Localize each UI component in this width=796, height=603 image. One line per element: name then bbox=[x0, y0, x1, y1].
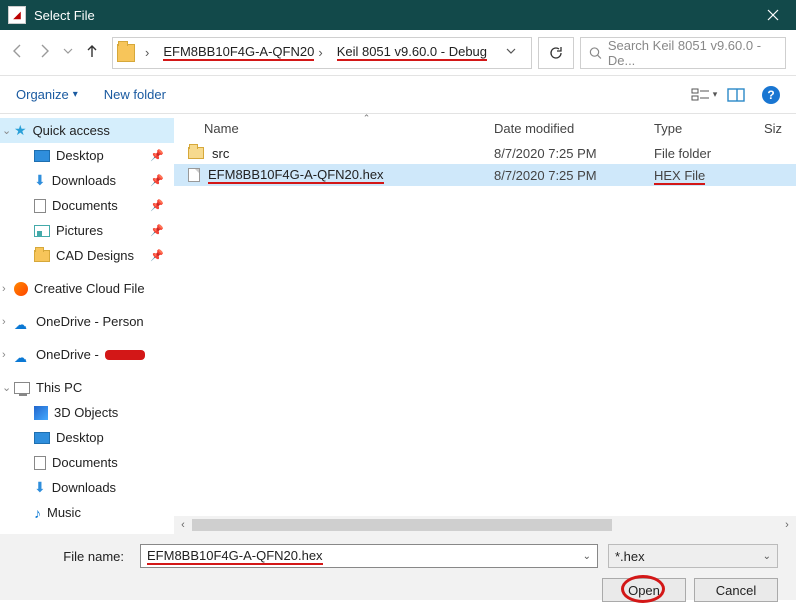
pin-icon: 📌 bbox=[150, 174, 164, 187]
open-button[interactable]: Open bbox=[602, 578, 686, 602]
app-icon: ◢ bbox=[8, 6, 26, 24]
close-button[interactable] bbox=[750, 0, 796, 30]
refresh-button[interactable] bbox=[538, 37, 574, 69]
sidebar-onedrive[interactable]: ›☁OneDrive - bbox=[0, 342, 174, 367]
file-type-filter[interactable]: *.hex ⌄ bbox=[608, 544, 778, 568]
sidebar: ⌄★ Quick access Desktop📌 ⬇Downloads📌 Doc… bbox=[0, 114, 174, 534]
breadcrumb-seg-1[interactable]: EFM8BB10F4G-A-QFN20 › bbox=[157, 38, 328, 68]
col-date[interactable]: Date modified bbox=[494, 121, 654, 136]
sidebar-desktop[interactable]: Desktop📌 bbox=[0, 143, 174, 168]
3d-icon bbox=[34, 406, 48, 420]
music-icon: ♪ bbox=[34, 505, 41, 521]
download-icon: ⬇ bbox=[34, 172, 46, 189]
file-row[interactable]: EFM8BB10F4G-A-QFN20.hex 8/7/2020 7:25 PM… bbox=[174, 164, 796, 186]
document-icon bbox=[34, 199, 46, 213]
onedrive-icon: ☁ bbox=[14, 350, 30, 360]
file-date: 8/7/2020 7:25 PM bbox=[494, 146, 654, 161]
folder-icon bbox=[117, 44, 135, 62]
horizontal-scrollbar[interactable]: ‹ › bbox=[174, 516, 796, 534]
new-folder-button[interactable]: New folder bbox=[104, 87, 166, 102]
folder-icon bbox=[188, 147, 204, 159]
file-name-input[interactable]: EFM8BB10F4G-A-QFN20.hex ⌄ bbox=[140, 544, 598, 568]
sidebar-onedrive-personal[interactable]: ›☁OneDrive - Person bbox=[0, 309, 174, 334]
pin-icon: 📌 bbox=[150, 149, 164, 162]
organize-menu[interactable]: Organize▾ bbox=[16, 87, 78, 102]
download-icon: ⬇ bbox=[34, 479, 46, 496]
onedrive-icon: ☁ bbox=[14, 317, 30, 327]
scroll-thumb[interactable] bbox=[192, 519, 612, 531]
preview-pane-button[interactable] bbox=[720, 83, 752, 107]
search-input[interactable]: Search Keil 8051 v9.60.0 - De... bbox=[580, 37, 786, 69]
pin-icon: 📌 bbox=[150, 199, 164, 212]
breadcrumb-bar[interactable]: › EFM8BB10F4G-A-QFN20 › Keil 8051 v9.60.… bbox=[112, 37, 532, 69]
footer: File name: EFM8BB10F4G-A-QFN20.hex ⌄ *.h… bbox=[0, 534, 796, 600]
sidebar-pictures[interactable]: Pictures📌 bbox=[0, 218, 174, 243]
toolbar: Organize▾ New folder ▾ ? bbox=[0, 76, 796, 114]
nav-bar: › EFM8BB10F4G-A-QFN20 › Keil 8051 v9.60.… bbox=[0, 30, 796, 76]
hex-file-icon bbox=[188, 168, 200, 182]
nav-arrows bbox=[10, 43, 106, 62]
sidebar-downloads-pc[interactable]: ⬇Downloads bbox=[0, 475, 174, 500]
scroll-track[interactable] bbox=[192, 518, 778, 532]
breadcrumb-chevron[interactable]: › bbox=[139, 38, 155, 68]
breadcrumb-seg-2[interactable]: Keil 8051 v9.60.0 - Debug bbox=[331, 38, 493, 68]
picture-icon bbox=[34, 225, 50, 237]
desktop-icon bbox=[34, 432, 50, 444]
sidebar-downloads[interactable]: ⬇Downloads📌 bbox=[0, 168, 174, 193]
sidebar-3d-objects[interactable]: 3D Objects bbox=[0, 400, 174, 425]
sidebar-this-pc[interactable]: ⌄This PC bbox=[0, 375, 174, 400]
col-name[interactable]: Name⌃ bbox=[174, 121, 494, 136]
file-type: HEX File bbox=[654, 168, 764, 183]
sidebar-documents-pc[interactable]: Documents bbox=[0, 450, 174, 475]
sidebar-music[interactable]: ♪Music bbox=[0, 500, 174, 525]
scroll-left-button[interactable]: ‹ bbox=[174, 519, 192, 531]
sort-asc-icon: ⌃ bbox=[363, 113, 371, 124]
sidebar-desktop-pc[interactable]: Desktop bbox=[0, 425, 174, 450]
help-button[interactable]: ? bbox=[762, 86, 780, 104]
file-name-label: File name: bbox=[18, 549, 130, 564]
file-name: src bbox=[212, 146, 229, 161]
document-icon bbox=[34, 456, 46, 470]
file-pane: Name⌃ Date modified Type Siz src 8/7/202… bbox=[174, 114, 796, 534]
pc-icon bbox=[14, 382, 30, 394]
creative-cloud-icon bbox=[14, 282, 28, 296]
sidebar-quick-access[interactable]: ⌄★ Quick access bbox=[0, 118, 174, 143]
file-type: File folder bbox=[654, 146, 764, 161]
view-mode-button[interactable]: ▾ bbox=[688, 83, 720, 107]
red-annotation bbox=[105, 350, 145, 360]
back-button[interactable] bbox=[10, 43, 26, 62]
pin-icon: 📌 bbox=[150, 249, 164, 262]
up-button[interactable] bbox=[84, 43, 100, 62]
title-bar: ◢ Select File bbox=[0, 0, 796, 30]
folder-icon bbox=[34, 250, 50, 262]
file-list: src 8/7/2020 7:25 PM File folder EFM8BB1… bbox=[174, 142, 796, 516]
window-title: Select File bbox=[34, 8, 750, 23]
forward-button[interactable] bbox=[36, 43, 52, 62]
cancel-button[interactable]: Cancel bbox=[694, 578, 778, 602]
desktop-icon bbox=[34, 150, 50, 162]
file-name: EFM8BB10F4G-A-QFN20.hex bbox=[208, 167, 384, 184]
sidebar-documents[interactable]: Documents📌 bbox=[0, 193, 174, 218]
chevron-down-icon[interactable]: ⌄ bbox=[583, 551, 591, 562]
file-date: 8/7/2020 7:25 PM bbox=[494, 168, 654, 183]
columns-header: Name⌃ Date modified Type Siz bbox=[174, 114, 796, 142]
breadcrumb-dropdown[interactable] bbox=[495, 45, 527, 60]
chevron-down-icon[interactable]: ⌄ bbox=[763, 551, 771, 562]
red-annotation bbox=[621, 575, 665, 603]
body-split: ⌄★ Quick access Desktop📌 ⬇Downloads📌 Doc… bbox=[0, 114, 796, 534]
pin-icon: 📌 bbox=[150, 224, 164, 237]
recent-dropdown[interactable] bbox=[62, 45, 74, 60]
file-row[interactable]: src 8/7/2020 7:25 PM File folder bbox=[174, 142, 796, 164]
search-placeholder: Search Keil 8051 v9.60.0 - De... bbox=[608, 38, 777, 68]
col-size[interactable]: Siz bbox=[764, 121, 796, 136]
sidebar-cad-designs[interactable]: CAD Designs📌 bbox=[0, 243, 174, 268]
search-icon bbox=[589, 46, 602, 60]
sidebar-creative-cloud[interactable]: ›Creative Cloud File bbox=[0, 276, 174, 301]
scroll-right-button[interactable]: › bbox=[778, 519, 796, 531]
col-type[interactable]: Type bbox=[654, 121, 764, 136]
star-icon: ★ bbox=[14, 122, 27, 139]
